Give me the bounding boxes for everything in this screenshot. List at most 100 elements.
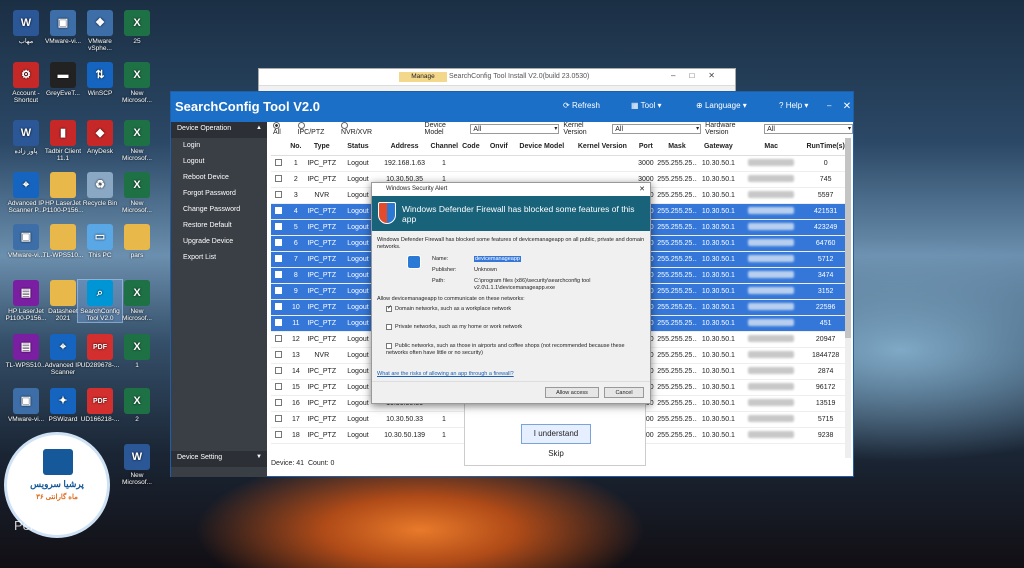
device-operation-section[interactable]: Device Operation ▲ — [171, 122, 267, 138]
table-row[interactable]: 1 IPC_PTZ Logout 192.168.1.63 1 3000 255.255.2… — [271, 155, 849, 172]
checkbox[interactable] — [274, 270, 282, 278]
row-checkbox-cell[interactable] — [271, 347, 286, 364]
row-checkbox-cell[interactable] — [271, 379, 286, 396]
row-checkbox-cell[interactable] — [271, 235, 286, 252]
scrollbar-thumb[interactable] — [845, 138, 851, 338]
checkbox[interactable] — [274, 302, 282, 310]
column-header[interactable]: Code — [457, 138, 485, 156]
column-header[interactable]: RunTime(s) — [802, 138, 849, 156]
desktop-icon[interactable]: X2 — [115, 388, 159, 423]
allow-access-button[interactable]: Allow access — [545, 387, 599, 398]
row-checkbox-cell[interactable] — [271, 187, 286, 204]
desktop-icon[interactable]: X 25 — [115, 10, 159, 45]
radio-nvr[interactable]: NVR/XVR — [340, 121, 381, 136]
checkbox[interactable] — [274, 350, 282, 358]
firewall-risks-link[interactable]: What are the risks of allowing an app th… — [377, 371, 514, 377]
checkbox[interactable] — [274, 382, 282, 390]
desktop-icon[interactable]: X New Microsof... — [115, 172, 159, 214]
sidebar-item-reboot-device[interactable]: Reboot Device — [171, 170, 267, 186]
checkbox[interactable] — [274, 334, 282, 342]
checkbox[interactable] — [386, 343, 392, 349]
column-header[interactable]: Port — [634, 138, 658, 156]
radio-ipc[interactable]: IPC/PTZ — [297, 121, 333, 136]
tool-menu[interactable]: ▦ Tool ▾ — [631, 101, 662, 110]
desktop-icon[interactable]: pars — [115, 224, 159, 259]
sidebar-item-export-list[interactable]: Export List — [171, 250, 267, 266]
device-model-label: Device Model — [424, 122, 446, 136]
column-header[interactable]: Address — [378, 138, 431, 156]
checkbox[interactable] — [274, 190, 282, 198]
checkbox[interactable] — [274, 398, 282, 406]
help-menu[interactable]: ? Help ▾ — [779, 101, 808, 110]
private-networks-option[interactable]: Private networks, such as my home or wor… — [386, 324, 636, 331]
desktop-icon[interactable]: W New Microsof... — [115, 444, 159, 486]
checkbox[interactable] — [274, 286, 282, 294]
checkbox[interactable] — [274, 238, 282, 246]
sidebar-item-login[interactable]: Login — [171, 138, 267, 154]
close-icon[interactable]: ✕ — [639, 185, 645, 193]
checkbox[interactable] — [274, 366, 282, 374]
row-checkbox-cell[interactable] — [271, 171, 286, 188]
desktop-icon[interactable]: X1 — [115, 334, 159, 369]
close-icon[interactable]: ✕ — [841, 102, 853, 114]
checkbox[interactable] — [274, 318, 282, 326]
column-header[interactable]: Kernel Version — [570, 138, 635, 156]
column-header[interactable]: No. — [285, 138, 307, 156]
language-menu[interactable]: ⊕ Language ▾ — [696, 101, 747, 110]
row-checkbox-cell[interactable] — [271, 315, 286, 332]
row-checkbox-cell[interactable] — [271, 299, 286, 316]
device-model-select[interactable]: All ▾ — [470, 124, 560, 134]
sidebar-item-logout[interactable]: Logout — [171, 154, 267, 170]
row-checkbox-cell[interactable] — [271, 427, 286, 444]
row-checkbox-cell[interactable] — [271, 203, 286, 220]
row-checkbox-cell[interactable] — [271, 395, 286, 412]
checkbox[interactable] — [274, 430, 282, 438]
desktop-icon[interactable]: X New Microsof... — [115, 120, 159, 162]
kernel-version-select[interactable]: All ▾ — [612, 124, 702, 134]
row-checkbox-cell[interactable] — [271, 331, 286, 348]
row-checkbox-cell[interactable] — [271, 267, 286, 284]
column-header[interactable]: Mac — [740, 138, 803, 156]
window-controls[interactable]: –□✕ — [671, 71, 729, 80]
radio-all[interactable]: All — [273, 121, 290, 136]
hardware-version-select[interactable]: All ▾ — [764, 124, 853, 134]
refresh-button[interactable]: ⟳ Refresh — [563, 101, 600, 110]
desktop-icon[interactable]: X New Microsof... — [115, 62, 159, 104]
device-setting-section[interactable]: Device Setting ▼ — [171, 451, 267, 467]
public-networks-option[interactable]: Public networks, such as those in airpor… — [386, 343, 636, 356]
row-checkbox-cell[interactable] — [271, 411, 286, 428]
checkbox[interactable] — [386, 324, 392, 330]
checkbox-checked[interactable] — [386, 305, 392, 312]
desktop-icon[interactable]: X New Microsof... — [115, 280, 159, 322]
checkbox[interactable] — [274, 414, 282, 422]
column-header[interactable]: Channel — [430, 138, 458, 156]
sidebar-item-upgrade-device[interactable]: Upgrade Device — [171, 234, 267, 250]
column-header[interactable]: Type — [306, 138, 338, 156]
table-scrollbar[interactable] — [845, 138, 851, 458]
sidebar-item-change-password[interactable]: Change Password — [171, 202, 267, 218]
sidebar-item-forgot-password[interactable]: Forgot Password — [171, 186, 267, 202]
sidebar-item-restore-default[interactable]: Restore Default — [171, 218, 267, 234]
row-checkbox-cell[interactable] — [271, 219, 286, 236]
i-understand-button[interactable]: I understand — [521, 424, 591, 444]
row-checkbox-cell[interactable] — [271, 155, 286, 172]
column-header[interactable]: Status — [337, 138, 379, 156]
domain-networks-option[interactable]: Domain networks, such as a workplace net… — [386, 305, 636, 313]
skip-link[interactable]: Skip — [465, 449, 647, 458]
column-header[interactable]: Onvif — [484, 138, 514, 156]
checkbox[interactable] — [274, 174, 282, 182]
row-checkbox-cell[interactable] — [271, 283, 286, 300]
row-checkbox-cell[interactable] — [271, 363, 286, 380]
column-header[interactable]: Device Model — [513, 138, 571, 156]
minimize-button[interactable]: – — [827, 101, 831, 110]
column-header[interactable]: Gateway — [696, 138, 741, 156]
cell-gateway: 10.30.50.1 — [696, 187, 741, 204]
manage-tab[interactable]: Manage — [399, 72, 447, 82]
checkbox[interactable] — [274, 206, 282, 214]
cancel-button[interactable]: Cancel — [604, 387, 644, 398]
row-checkbox-cell[interactable] — [271, 251, 286, 268]
column-header[interactable]: Mask — [657, 138, 697, 156]
checkbox[interactable] — [274, 222, 282, 230]
checkbox[interactable] — [274, 158, 282, 166]
checkbox[interactable] — [274, 254, 282, 262]
